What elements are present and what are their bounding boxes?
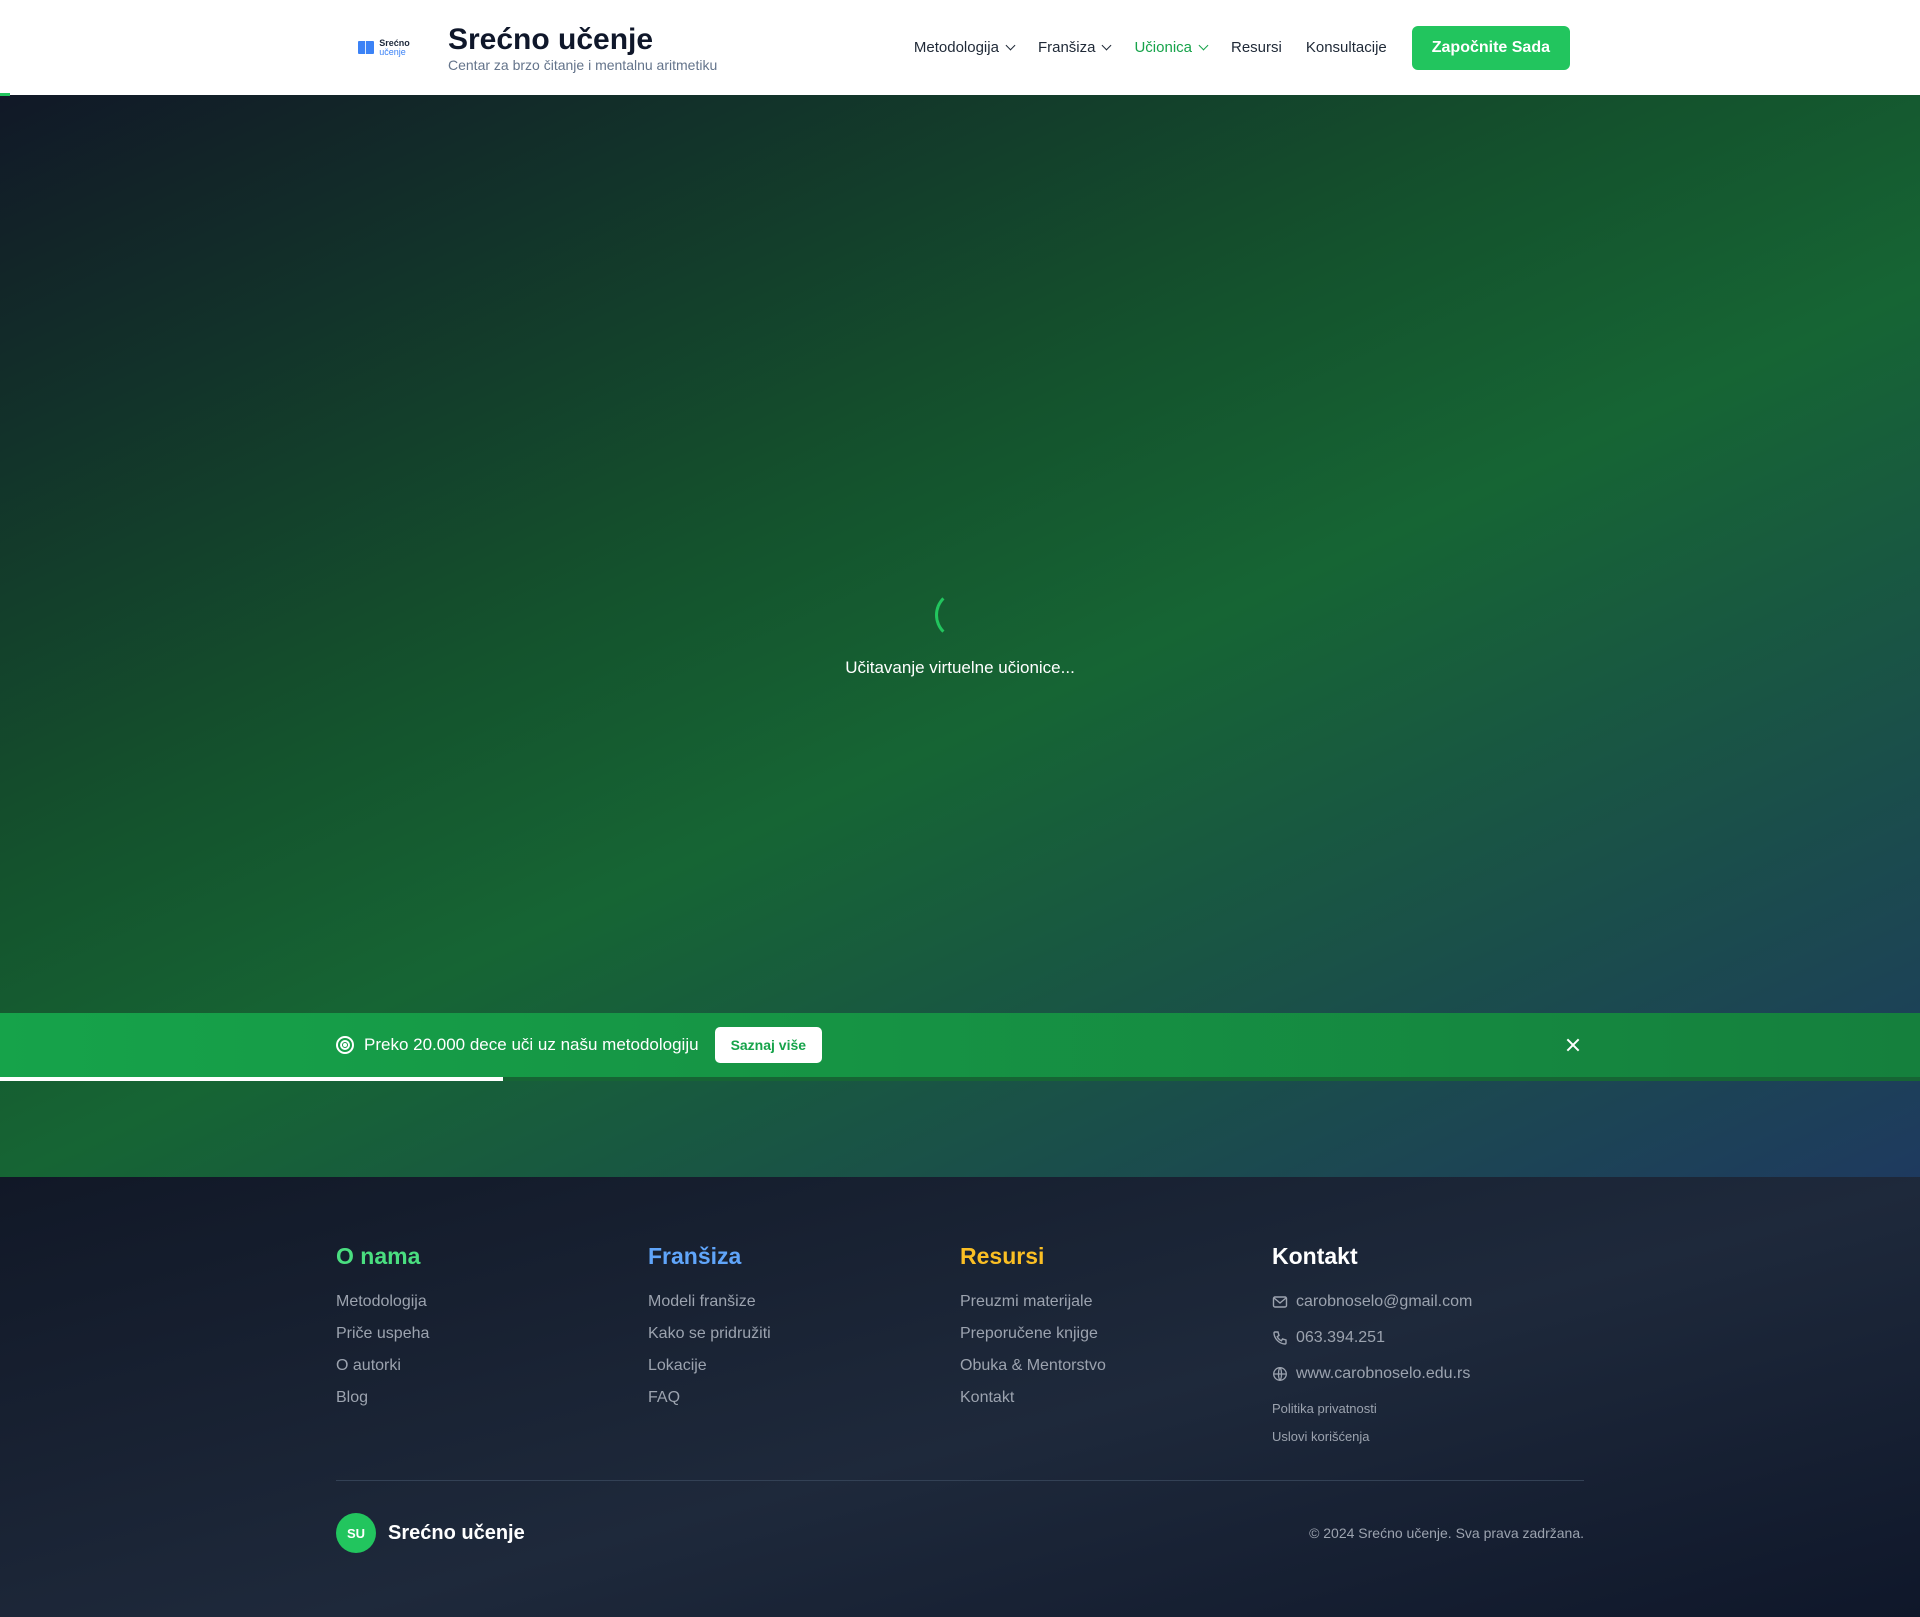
nav-label: Konsultacije bbox=[1305, 39, 1387, 56]
banner-progress-track bbox=[0, 1077, 1920, 1081]
copyright: © 2024 Srećno učenje. Sva prava zadržana… bbox=[1309, 1525, 1584, 1541]
footer-link[interactable]: Priče uspeha bbox=[336, 1324, 648, 1344]
privacy-link[interactable]: Politika privatnosti bbox=[1272, 1400, 1584, 1418]
footer-col-title: Resursi bbox=[960, 1243, 1045, 1269]
footer-col-contact: Kontakt carobnoselo@gmail.com 063.394.25… bbox=[1272, 1242, 1584, 1456]
legal-links: Politika privatnosti Uslovi korišćenja bbox=[1272, 1400, 1584, 1446]
main-nav: Metodologija Franšiza Učionica Resursi K… bbox=[913, 25, 1570, 70]
nav-label: Franšiza bbox=[1037, 39, 1096, 56]
globe-icon bbox=[1273, 1367, 1287, 1381]
footer-col-title: O nama bbox=[336, 1243, 421, 1269]
footer-link[interactable]: Metodologija bbox=[336, 1292, 648, 1312]
phone-icon bbox=[1273, 1331, 1287, 1345]
banner-content: Preko 20.000 dece uči uz našu metodologi… bbox=[336, 1013, 823, 1077]
contact-phone-text: 063.394.251 bbox=[1296, 1329, 1385, 1346]
footer-divider bbox=[336, 1480, 1584, 1481]
footer-col-title: Franšiza bbox=[648, 1243, 742, 1269]
learn-more-button[interactable]: Saznaj više bbox=[714, 1027, 823, 1063]
book-icon bbox=[358, 41, 375, 54]
footer-link[interactable]: Modeli franšize bbox=[648, 1292, 960, 1312]
footer-col-about: O nama Metodologija Priče uspeha O autor… bbox=[336, 1242, 648, 1456]
chevron-down-icon bbox=[1198, 40, 1209, 51]
contact-website-text: www.carobnoselo.edu.rs bbox=[1296, 1365, 1471, 1382]
mail-icon bbox=[1272, 1296, 1288, 1308]
footer-col-franchise: Franšiza Modeli franšize Kako se pridruž… bbox=[648, 1242, 960, 1456]
footer-col-resources: Resursi Preuzmi materijale Preporučene k… bbox=[960, 1242, 1272, 1456]
terms-link[interactable]: Uslovi korišćenja bbox=[1272, 1428, 1584, 1446]
chevron-down-icon bbox=[1102, 40, 1112, 51]
footer-link[interactable]: Obuka & Mentorstvo bbox=[960, 1356, 1272, 1376]
close-icon[interactable] bbox=[1564, 1036, 1582, 1054]
footer-link[interactable]: Blog bbox=[336, 1388, 648, 1408]
footer-col-title: Kontakt bbox=[1272, 1243, 1358, 1269]
header-inner: Srećno učenje Srećno učenje Centar za br… bbox=[336, 0, 1570, 95]
contact-email[interactable]: carobnoselo@gmail.com bbox=[1272, 1292, 1584, 1312]
nav-konsultacije[interactable]: Konsultacije bbox=[1306, 39, 1387, 56]
footer-link[interactable]: Kako se pridružiti bbox=[648, 1324, 960, 1344]
footer-link[interactable]: Preuzmi materijale bbox=[960, 1292, 1272, 1312]
nav-fransiza[interactable]: Franšiza bbox=[1037, 39, 1112, 56]
banner-text: Preko 20.000 dece uči uz našu metodologi… bbox=[364, 1035, 699, 1054]
contact-phone[interactable]: 063.394.251 bbox=[1272, 1328, 1584, 1348]
footer-logo-badge: SU bbox=[336, 1513, 376, 1553]
footer-link[interactable]: Preporučene knjige bbox=[960, 1324, 1272, 1344]
site-logo[interactable]: Srećno učenje bbox=[336, 18, 432, 78]
loading-text: Učitavanje virtuelne učionice... bbox=[845, 658, 1075, 677]
page-progress-accent bbox=[0, 93, 10, 96]
banner-progress-fill bbox=[0, 1077, 504, 1081]
nav-label: Metodologija bbox=[913, 39, 999, 56]
nav-label: Resursi bbox=[1231, 39, 1282, 56]
footer-link[interactable]: FAQ bbox=[648, 1388, 960, 1408]
chevron-down-icon bbox=[1005, 40, 1016, 51]
start-now-button[interactable]: Započnite Sada bbox=[1411, 25, 1570, 70]
site-footer: O nama Metodologija Priče uspeha O autor… bbox=[0, 1177, 1920, 1617]
contact-email-text: carobnoselo@gmail.com bbox=[1296, 1293, 1473, 1310]
loading-spinner-icon bbox=[935, 590, 985, 640]
nav-ucionica[interactable]: Učionica bbox=[1134, 39, 1209, 56]
footer-link[interactable]: Lokacije bbox=[648, 1356, 960, 1376]
site-header: Srećno učenje Srećno učenje Centar za br… bbox=[0, 0, 1920, 95]
footer-link[interactable]: O autorki bbox=[336, 1356, 648, 1376]
logo-line-2: učenje bbox=[379, 46, 406, 57]
footer-brand: Srećno učenje bbox=[388, 1521, 525, 1544]
brand: Srećno učenje Centar za brzo čitanje i m… bbox=[448, 23, 717, 73]
promo-banner: Preko 20.000 dece uči uz našu metodologi… bbox=[0, 1013, 1920, 1077]
nav-metodologija[interactable]: Metodologija bbox=[913, 39, 1016, 56]
brand-subtitle: Centar za brzo čitanje i mentalnu aritme… bbox=[448, 56, 718, 73]
logo-text: Srećno učenje bbox=[379, 38, 410, 57]
footer-columns: O nama Metodologija Priče uspeha O autor… bbox=[336, 1242, 1584, 1456]
brand-title[interactable]: Srećno učenje bbox=[448, 23, 717, 57]
footer-link[interactable]: Kontakt bbox=[960, 1388, 1272, 1408]
contact-website[interactable]: www.carobnoselo.edu.rs bbox=[1272, 1364, 1584, 1384]
footer-bottom: SU Srećno učenje © 2024 Srećno učenje. S… bbox=[336, 1513, 1584, 1553]
nav-label: Učionica bbox=[1134, 39, 1192, 56]
target-icon bbox=[336, 1036, 354, 1054]
nav-resursi[interactable]: Resursi bbox=[1231, 39, 1282, 56]
